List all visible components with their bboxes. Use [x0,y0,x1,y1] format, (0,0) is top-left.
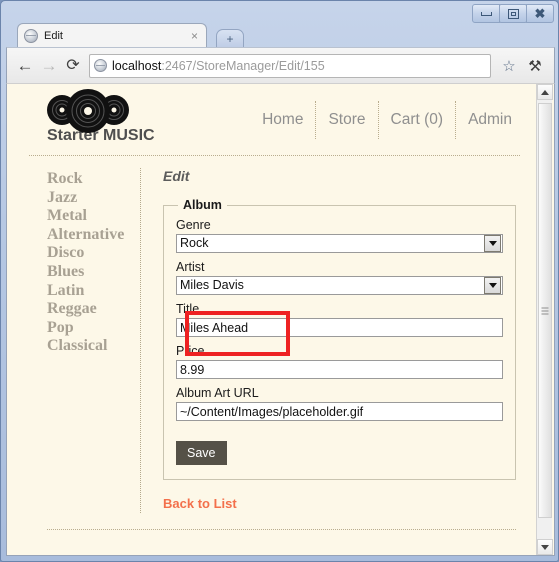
maximize-icon [507,8,519,19]
scrollbar-thumb[interactable] [538,103,552,518]
close-icon: ✖ [534,6,546,21]
tab-close-icon[interactable]: × [189,30,200,42]
tab-strip: Edit × + [1,21,559,48]
url-path: :2467/StoreManager/Edit/155 [161,58,325,73]
sidebar-item-pop[interactable]: Pop [47,319,140,338]
forward-button[interactable]: → [37,54,61,78]
main-column: Edit Album Genre Rock Artist Miles Davis… [141,168,520,513]
back-to-list-link[interactable]: Back to List [163,496,237,511]
reload-button[interactable]: ⟳ [61,54,85,78]
album-art-url-label: Album Art URL [176,386,259,400]
save-button[interactable]: Save [176,441,227,465]
nav-item-home[interactable]: Home [250,101,317,139]
page-scrollbar[interactable] [536,84,553,555]
sidebar-item-jazz[interactable]: Jazz [47,189,140,208]
page-title: Edit [163,168,190,184]
page-content: Starter MUSIC Home Store Cart (0) Admin … [7,84,538,555]
sidebar-item-rock[interactable]: Rock [47,170,140,189]
sidebar-item-alternative[interactable]: Alternative [47,226,140,245]
sidebar-item-metal[interactable]: Metal [47,207,140,226]
site-logo[interactable] [47,89,133,133]
genre-select[interactable]: Rock [176,234,503,253]
field-artist: Artist Miles Davis [176,260,503,295]
site-header: Starter MUSIC Home Store Cart (0) Admin [29,84,520,156]
sidebar-item-disco[interactable]: Disco [47,244,140,263]
address-bar-url: localhost:2467/StoreManager/Edit/155 [112,59,325,73]
price-input[interactable] [176,360,503,379]
album-art-url-input[interactable] [176,402,503,421]
minimize-icon [480,11,492,16]
album-fieldset: Album Genre Rock Artist Miles Davis Titl… [163,198,516,480]
browser-window: ✖ Edit × + ← → ⟳ localhost:2467/StoreMan… [0,0,559,562]
browser-toolbar: ← → ⟳ localhost:2467/StoreManager/Edit/1… [6,47,555,83]
chevron-down-icon[interactable] [484,235,501,252]
album-legend: Album [183,198,222,212]
scrollbar-grip-icon [541,307,549,314]
field-title: Title [176,302,503,337]
chevron-down-icon[interactable] [484,277,501,294]
field-price: Price [176,344,503,379]
sidebar-item-reggae[interactable]: Reggae [47,300,140,319]
field-genre: Genre Rock [176,218,503,253]
bookmark-star-icon[interactable]: ☆ [496,53,522,79]
title-input[interactable] [176,318,503,337]
title-label: Title [176,302,200,316]
title-bar: ✖ [1,1,559,23]
genre-label: Genre [176,218,211,232]
scroll-up-arrow-icon[interactable] [537,84,553,100]
sidebar-item-latin[interactable]: Latin [47,282,140,301]
price-label: Price [176,344,205,358]
artist-select[interactable]: Miles Davis [176,276,503,295]
wrench-menu-icon[interactable]: ⚒ [522,53,548,79]
vinyl-records-icon [47,89,133,133]
artist-label: Artist [176,260,205,274]
footer-divider [47,529,516,530]
genre-list: Rock Jazz Metal Alternative Disco Blues … [47,170,140,356]
nav-item-store[interactable]: Store [316,101,379,139]
back-button[interactable]: ← [13,54,37,78]
genre-sidebar: Rock Jazz Metal Alternative Disco Blues … [29,168,141,513]
page-viewport: Starter MUSIC Home Store Cart (0) Admin … [6,83,555,556]
groove [80,103,96,119]
field-album-art-url: Album Art URL [176,386,503,421]
new-tab-button[interactable]: + [216,29,244,47]
address-bar[interactable]: localhost:2467/StoreManager/Edit/155 [89,53,491,78]
scroll-down-arrow-icon[interactable] [537,539,553,555]
globe-favicon-icon [24,29,38,43]
content-row: Rock Jazz Metal Alternative Disco Blues … [29,156,520,513]
genre-selected-value: Rock [180,236,209,250]
nav-item-cart[interactable]: Cart (0) [379,101,457,139]
page-globe-icon [94,59,107,72]
nav-item-admin[interactable]: Admin [456,101,516,139]
brand-title[interactable]: Starter MUSIC [47,127,155,145]
vinyl-record-center-icon [66,89,110,133]
url-host: localhost [112,58,162,73]
sidebar-item-classical[interactable]: Classical [47,337,140,356]
tab-title: Edit [44,30,63,42]
tab-edit[interactable]: Edit × [17,23,207,48]
main-navigation: Home Store Cart (0) Admin [250,101,516,139]
artist-selected-value: Miles Davis [180,278,244,292]
sidebar-item-blues[interactable]: Blues [47,263,140,282]
